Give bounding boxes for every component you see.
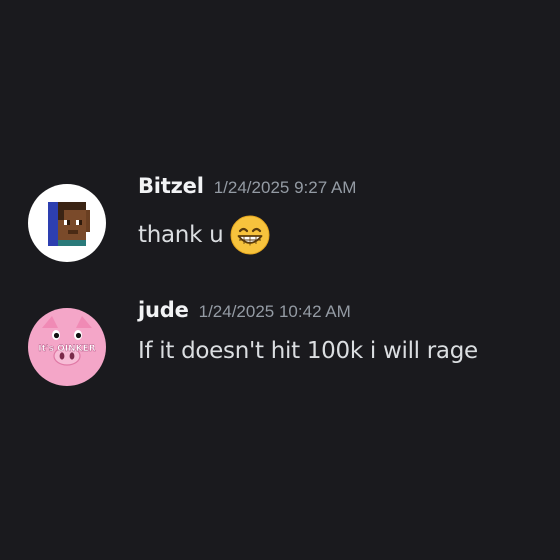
message-content: If it doesn't hit 100k i will rage — [138, 338, 478, 364]
message-content: thank u — [138, 214, 271, 256]
grinning-face-with-smiling-eyes-icon[interactable] — [229, 214, 271, 256]
message-header: Bitzel 1/24/2025 9:27 AM — [138, 174, 356, 198]
username[interactable]: Bitzel — [138, 174, 204, 198]
message-header: jude 1/24/2025 10:42 AM — [138, 298, 351, 322]
timestamp: 1/24/2025 9:27 AM — [213, 178, 357, 197]
svg-text:It's OINKER: It's OINKER — [38, 344, 96, 354]
timestamp: 1/24/2025 10:42 AM — [198, 302, 351, 321]
pixel-character-avatar-icon — [28, 184, 106, 262]
message-text: thank u — [138, 222, 224, 248]
avatar[interactable]: It's OINKER — [28, 308, 106, 386]
username[interactable]: jude — [138, 298, 189, 322]
pig-face-avatar-icon: It's OINKER — [28, 308, 106, 386]
chat-log: Bitzel 1/24/2025 9:27 AM thank u It's OI… — [0, 0, 560, 560]
avatar[interactable] — [28, 184, 106, 262]
message-text: If it doesn't hit 100k i will rage — [138, 338, 478, 364]
